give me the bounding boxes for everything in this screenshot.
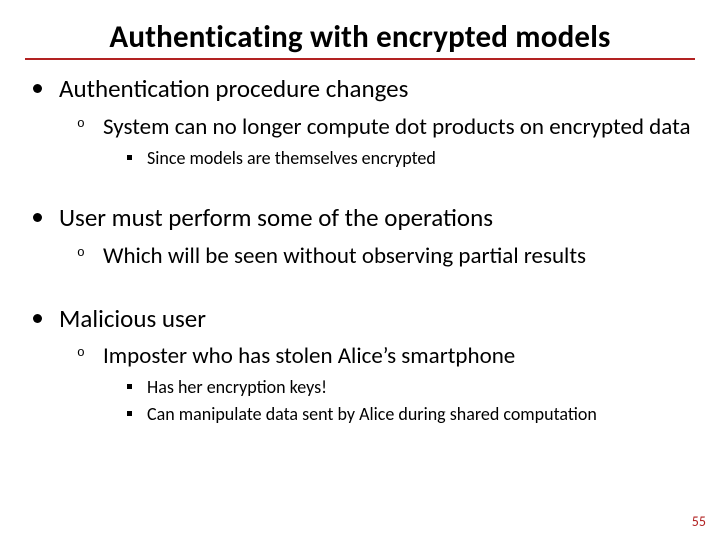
slide: Authenticating with encrypted models Aut…: [0, 0, 720, 540]
list-item: User must perform some of the operations…: [25, 203, 695, 270]
bullet-list: Authentication procedure changes System …: [25, 74, 695, 425]
bullet-list: Imposter who has stolen Alice’s smartpho…: [59, 342, 695, 425]
list-item: Malicious user Imposter who has stolen A…: [25, 304, 695, 426]
slide-title: Authenticating with encrypted models: [25, 18, 695, 60]
bullet-text: User must perform some of the operations: [59, 202, 493, 233]
list-item: Which will be seen without observing par…: [59, 242, 695, 270]
list-item: Since models are themselves encrypted: [103, 147, 695, 170]
bullet-text: Can manipulate data sent by Alice during…: [147, 403, 597, 425]
list-item: Can manipulate data sent by Alice during…: [103, 403, 695, 426]
bullet-list: Has her encryption keys! Can manipulate …: [103, 376, 695, 425]
bullet-text: Has her encryption keys!: [147, 376, 327, 398]
bullet-list: Which will be seen without observing par…: [59, 242, 695, 270]
list-item: System can no longer compute dot product…: [59, 113, 695, 170]
bullet-list: System can no longer compute dot product…: [59, 113, 695, 170]
bullet-text: Imposter who has stolen Alice’s smartpho…: [103, 342, 515, 370]
list-item: Authentication procedure changes System …: [25, 74, 695, 169]
bullet-text: Authentication procedure changes: [59, 73, 408, 104]
bullet-text: Which will be seen without observing par…: [103, 242, 586, 270]
list-item: Imposter who has stolen Alice’s smartpho…: [59, 342, 695, 425]
bullet-text: Since models are themselves encrypted: [147, 147, 436, 169]
bullet-text: System can no longer compute dot product…: [103, 113, 691, 141]
list-item: Has her encryption keys!: [103, 376, 695, 399]
bullet-list: Since models are themselves encrypted: [103, 147, 695, 170]
spacer: [25, 183, 695, 203]
spacer: [25, 284, 695, 304]
page-number: 55: [692, 513, 706, 530]
bullet-text: Malicious user: [59, 303, 206, 334]
